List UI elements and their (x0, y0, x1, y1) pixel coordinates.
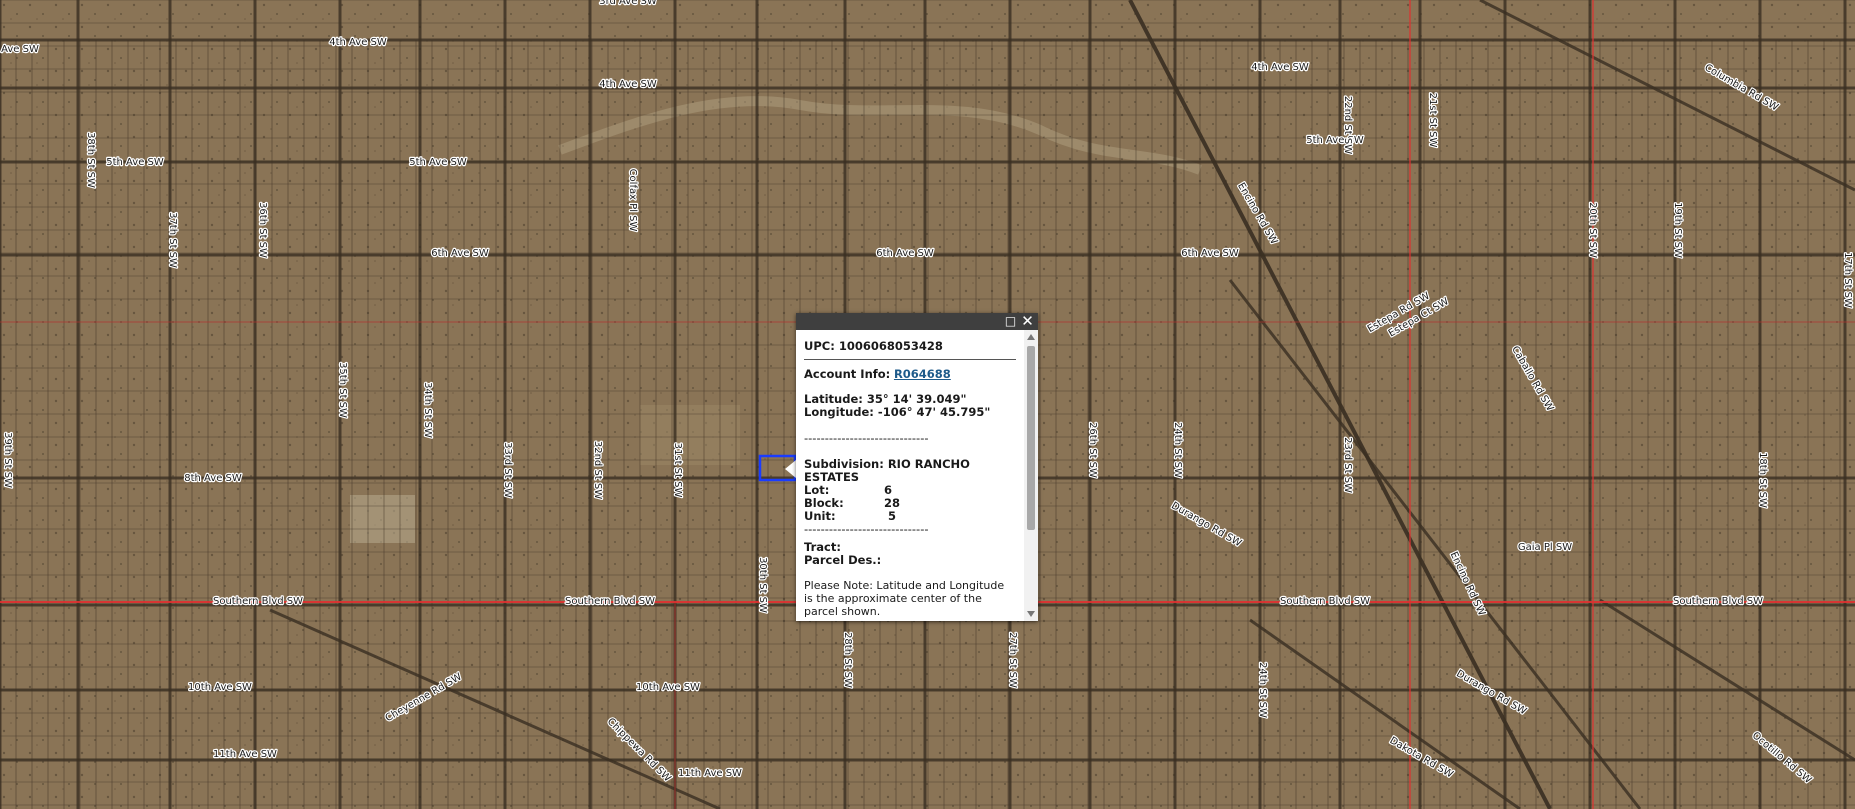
subdivision-value: RIO RANCHO (887, 457, 970, 471)
street-label: 10th Ave SW (188, 682, 252, 693)
parcel-des-row: Parcel Des.: (804, 554, 1016, 567)
subdivision-value-cont: ESTATES (804, 471, 1016, 484)
close-icon[interactable]: ✕ (1020, 314, 1035, 329)
street-label: 23rd St SW (1342, 437, 1353, 493)
street-label: 38th St SW (85, 132, 96, 188)
subdivision-value-line2: ESTATES (804, 470, 860, 484)
block-row: Block: 28 (804, 497, 1016, 510)
street-label: 24th St SW (1257, 662, 1268, 718)
street-label: 35th St SW (337, 362, 348, 418)
street-label: 37th St SW (167, 212, 178, 268)
dash-separator: ------------------------------ (804, 431, 929, 445)
street-label: 11th Ave SW (213, 749, 277, 760)
street-label: 3rd Ave SW (599, 0, 657, 7)
street-label: 8th Ave SW (184, 473, 242, 484)
street-label: 5th Ave SW (1306, 135, 1364, 146)
street-label: 26th St SW (1087, 422, 1098, 478)
tract-label: Tract: (804, 540, 841, 554)
street-label: 31st St SW (672, 443, 683, 498)
longitude-value: -106° 47' 45.795" (877, 405, 991, 419)
street-label: Southern Blvd SW (213, 596, 303, 607)
popup-titlebar: □ ✕ (796, 313, 1038, 330)
street-label: 5th Ave SW (409, 157, 467, 168)
street-label: 11th Ave SW (678, 768, 742, 779)
street-label: 18th St SW (1757, 452, 1768, 508)
popup-content: UPC: 1006068053428 Account Info: R064688… (796, 330, 1024, 621)
latitude-value: 35° 14' 39.049" (866, 392, 967, 406)
street-label: 4th Ave SW (329, 37, 387, 48)
upc-label: UPC: (804, 339, 835, 353)
street-label: 17th St SW (1842, 252, 1853, 308)
street-label: Ave SW (1, 44, 39, 55)
street-label: 39th St SW (2, 432, 13, 488)
street-label: Colfax Pl SW (627, 169, 638, 232)
account-link[interactable]: R064688 (894, 367, 951, 381)
latitude-label: Latitude: (804, 392, 863, 406)
divider (804, 359, 1016, 360)
parcel-info-popup: □ ✕ UPC: 1006068053428 Account Info: R06… (796, 313, 1038, 621)
upc-value: 1006068053428 (838, 339, 943, 353)
maximize-icon[interactable]: □ (1003, 314, 1018, 329)
longitude-label: Longitude: (804, 405, 874, 419)
street-label: 28th St SW (842, 632, 853, 688)
street-label: 6th Ave SW (1181, 248, 1239, 259)
lat-lon-note: Please Note: Latitude and Longitude is t… (804, 579, 1005, 618)
dash-separator-2: ------------------------------ (804, 522, 929, 536)
scroll-thumb[interactable] (1027, 346, 1035, 530)
street-label: 4th Ave SW (599, 79, 657, 90)
street-label: Southern Blvd SW (1673, 596, 1763, 607)
account-row: Account Info: R064688 (804, 368, 1016, 381)
street-label: Southern Blvd SW (565, 596, 655, 607)
street-label: 33rd St SW (502, 442, 513, 498)
parcel-des-label: Parcel Des.: (804, 553, 882, 567)
street-label: 6th Ave SW (876, 248, 934, 259)
upc-row: UPC: 1006068053428 (804, 340, 1016, 353)
scroll-down-icon[interactable] (1027, 611, 1035, 617)
account-label: Account Info: (804, 367, 891, 381)
street-label: 24th St SW (1172, 422, 1183, 478)
street-label: 36th St SW (257, 202, 268, 258)
street-label: 19th St SW (1672, 202, 1683, 258)
street-label: 30th St SW (757, 557, 768, 613)
street-label: 21st St SW (1427, 93, 1438, 148)
subdivision-label: Subdivision: (804, 457, 884, 471)
popup-pointer (785, 460, 796, 478)
street-label: 20th St SW (1587, 202, 1598, 258)
street-label: 10th Ave SW (636, 682, 700, 693)
street-label: Southern Blvd SW (1280, 596, 1370, 607)
street-label: 32nd St SW (592, 441, 603, 499)
street-label: 4th Ave SW (1251, 62, 1309, 73)
street-label: 34th St SW (422, 382, 433, 438)
scroll-up-icon[interactable] (1027, 334, 1035, 340)
street-label: 6th Ave SW (431, 248, 489, 259)
longitude-row: Longitude: -106° 47' 45.795" (804, 406, 1016, 419)
popup-scrollbar[interactable] (1024, 330, 1038, 621)
street-label: Gaia Pl SW (1518, 542, 1572, 553)
street-label: 5th Ave SW (106, 157, 164, 168)
street-label: 27th St SW (1007, 632, 1018, 688)
street-label: 22nd St SW (1342, 96, 1353, 154)
